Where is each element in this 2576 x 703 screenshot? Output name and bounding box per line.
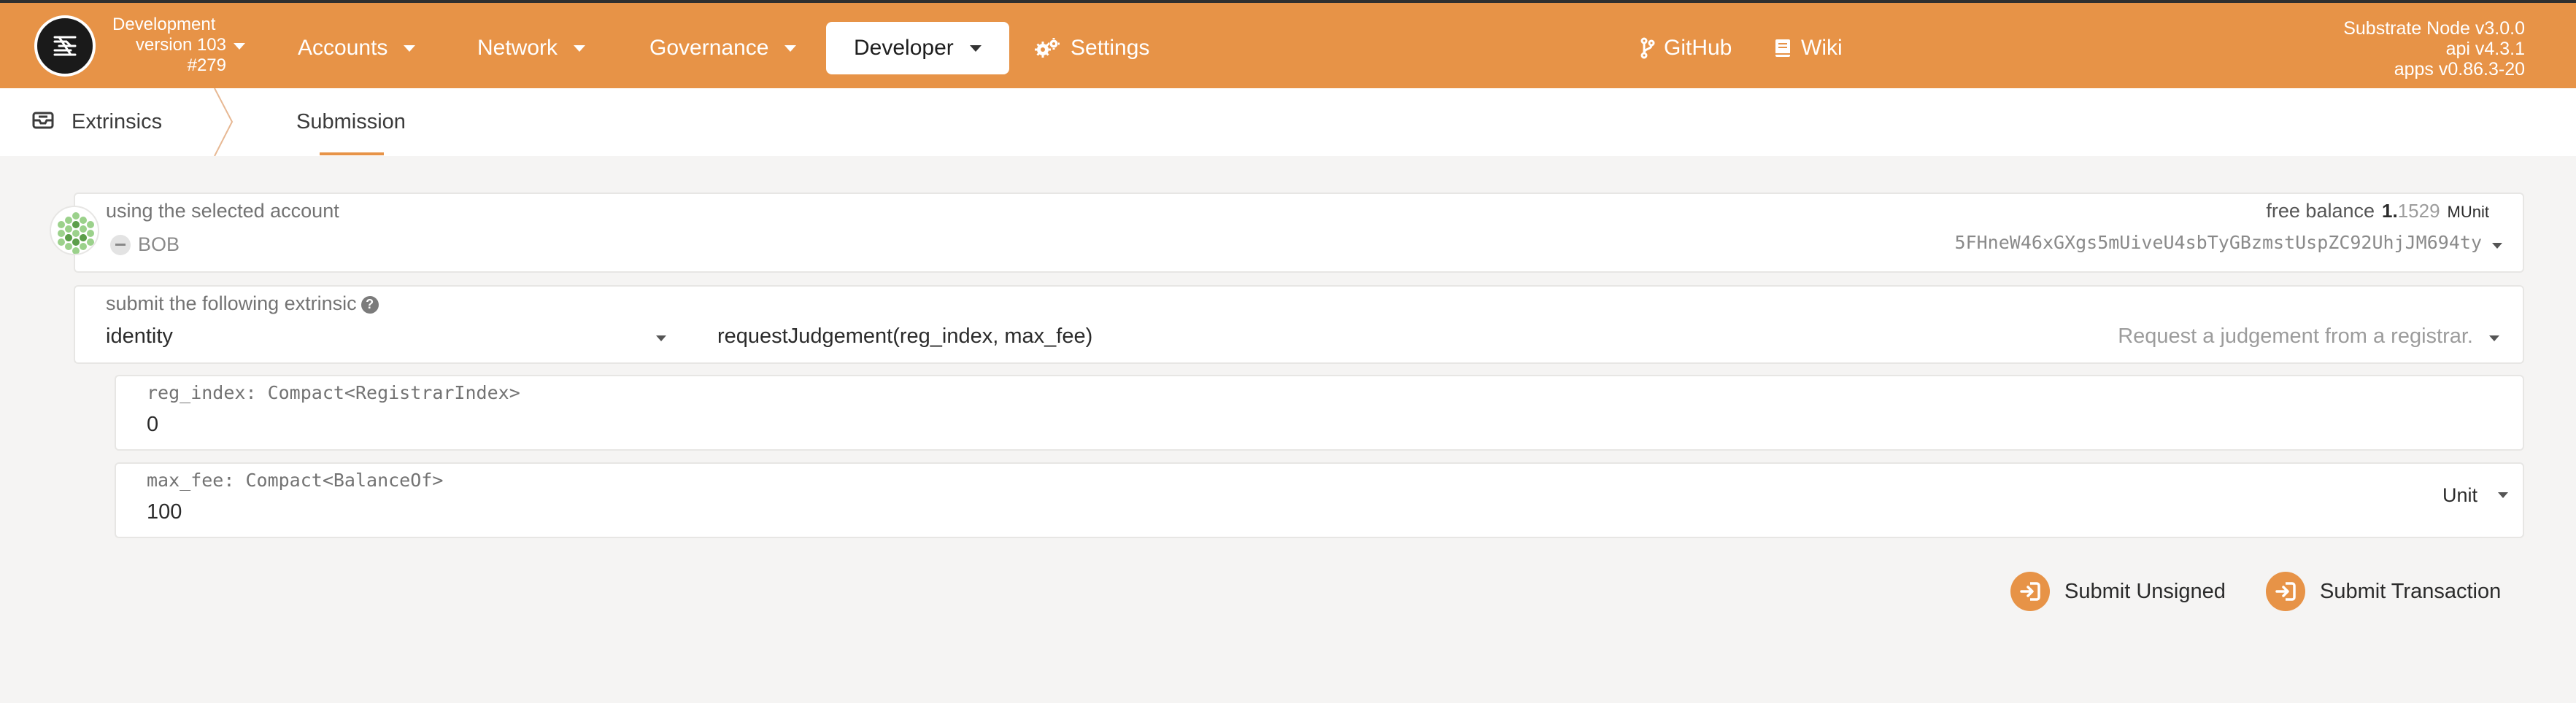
- nav-wiki-link[interactable]: Wiki: [1766, 22, 1851, 74]
- nav-accounts-label: Accounts: [298, 36, 388, 60]
- chain-name: Development: [112, 15, 216, 34]
- max-fee-input[interactable]: 100: [147, 500, 182, 524]
- account-name-row: BOB: [110, 233, 180, 256]
- book-icon: [1775, 39, 1791, 58]
- nav-accounts[interactable]: Accounts: [289, 22, 424, 74]
- chevron-down-icon[interactable]: [234, 40, 245, 53]
- submit-transaction-label: Submit Transaction: [2320, 579, 2502, 603]
- method-description: Request a judgement from a registrar.: [2118, 325, 2473, 348]
- extrinsic-selector: submit the following extrinsic? identity…: [74, 285, 2524, 364]
- chain-version: version 103: [135, 35, 226, 55]
- sign-in-icon: [2266, 572, 2305, 611]
- tab-extrinsics-label: Extrinsics: [72, 110, 163, 133]
- account-name: BOB: [138, 233, 180, 255]
- reg-index-input[interactable]: 0: [147, 413, 158, 437]
- substrate-logo-icon[interactable]: [34, 15, 96, 77]
- free-balance-unit: MUnit: [2447, 203, 2489, 221]
- nav-wiki-label: Wiki: [1801, 36, 1843, 60]
- reg-index-label: reg_index: Compact<RegistrarIndex>: [147, 382, 520, 403]
- submit-transaction-button[interactable]: Submit Transaction: [2266, 572, 2501, 611]
- nav-github-label: GitHub: [1664, 36, 1732, 60]
- inbox-icon: [32, 110, 54, 135]
- api-version: api v4.3.1: [2445, 39, 2525, 59]
- free-balance-label: free balance: [2266, 200, 2375, 222]
- free-balance-decimal: 1529: [2397, 200, 2440, 222]
- chain-selector[interactable]: Development version 103 #279: [102, 15, 248, 76]
- free-balance: free balance 1.1529 MUnit: [2266, 200, 2489, 222]
- method-dropdown[interactable]: requestJudgement(reg_index, max_fee) Req…: [717, 320, 2513, 357]
- free-balance-integer: 1.: [2382, 200, 2398, 222]
- help-icon[interactable]: ?: [360, 295, 379, 314]
- tab-extrinsics-root[interactable]: Extrinsics: [32, 88, 162, 156]
- unit-value: Unit: [2442, 484, 2477, 506]
- max-fee-field: max_fee: Compact<BalanceOf> 100 Unit: [115, 462, 2524, 538]
- nav-settings-label: Settings: [1071, 36, 1150, 60]
- module-value: identity: [106, 325, 173, 348]
- sign-in-icon: [2010, 572, 2050, 611]
- nav-governance-label: Governance: [649, 36, 769, 60]
- chevron-down-icon: [969, 44, 982, 52]
- code-branch-icon: [1640, 37, 1655, 59]
- nav-developer-label: Developer: [854, 36, 954, 60]
- account-selector[interactable]: using the selected account BOB free bala…: [74, 193, 2524, 273]
- chevron-down-icon: [784, 44, 797, 52]
- chevron-down-icon[interactable]: [2492, 239, 2502, 252]
- chevron-down-icon: [404, 44, 416, 52]
- minus-circle-icon: [110, 234, 131, 255]
- submit-unsigned-button[interactable]: Submit Unsigned: [2010, 572, 2226, 611]
- extrinsic-label: submit the following extrinsic: [106, 292, 357, 314]
- submit-unsigned-label: Submit Unsigned: [2064, 579, 2226, 603]
- nav-developer[interactable]: Developer: [826, 22, 1009, 74]
- nav-network[interactable]: Network: [468, 22, 594, 74]
- breadcrumb-separator: [214, 88, 234, 156]
- chevron-down-icon: [2489, 332, 2499, 345]
- chevron-down-icon: [574, 44, 586, 52]
- apps-version: apps v0.86.3-20: [2394, 59, 2525, 79]
- nav-github-link[interactable]: GitHub: [1632, 22, 1740, 74]
- account-label: using the selected account: [106, 200, 339, 222]
- max-fee-label: max_fee: Compact<BalanceOf>: [147, 470, 444, 491]
- gears-icon: [1034, 37, 1060, 59]
- top-navbar: Development version 103 #279 Accounts Ne…: [0, 0, 2576, 88]
- method-value: requestJudgement(reg_index, max_fee): [717, 325, 1093, 348]
- tab-submission-label: Submission: [296, 110, 406, 133]
- account-identicon: [50, 206, 99, 255]
- node-version-info: Substrate Node v3.0.0 api v4.3.1 apps v0…: [2343, 18, 2525, 79]
- unit-selector[interactable]: Unit: [2442, 484, 2508, 507]
- nav-settings[interactable]: Settings: [1025, 22, 1158, 74]
- chain-block-number: #279: [187, 55, 226, 75]
- extrinsic-label-row: submit the following extrinsic?: [106, 292, 379, 315]
- nav-network-label: Network: [477, 36, 558, 60]
- account-address: 5FHneW46xGXgs5mUiveU4sbTyGBzmstUspZC92Uh…: [1954, 232, 2482, 253]
- tab-submission[interactable]: Submission: [296, 88, 406, 156]
- module-dropdown[interactable]: identity: [104, 320, 666, 357]
- chevron-down-icon: [656, 332, 666, 345]
- node-name: Substrate Node v3.0.0: [2343, 18, 2525, 39]
- nav-governance[interactable]: Governance: [641, 22, 805, 74]
- reg-index-field[interactable]: reg_index: Compact<RegistrarIndex> 0: [115, 375, 2524, 451]
- chevron-down-icon: [2498, 489, 2508, 502]
- active-tab-indicator: [320, 152, 384, 155]
- tabs-bar: Extrinsics Submission: [0, 88, 2576, 156]
